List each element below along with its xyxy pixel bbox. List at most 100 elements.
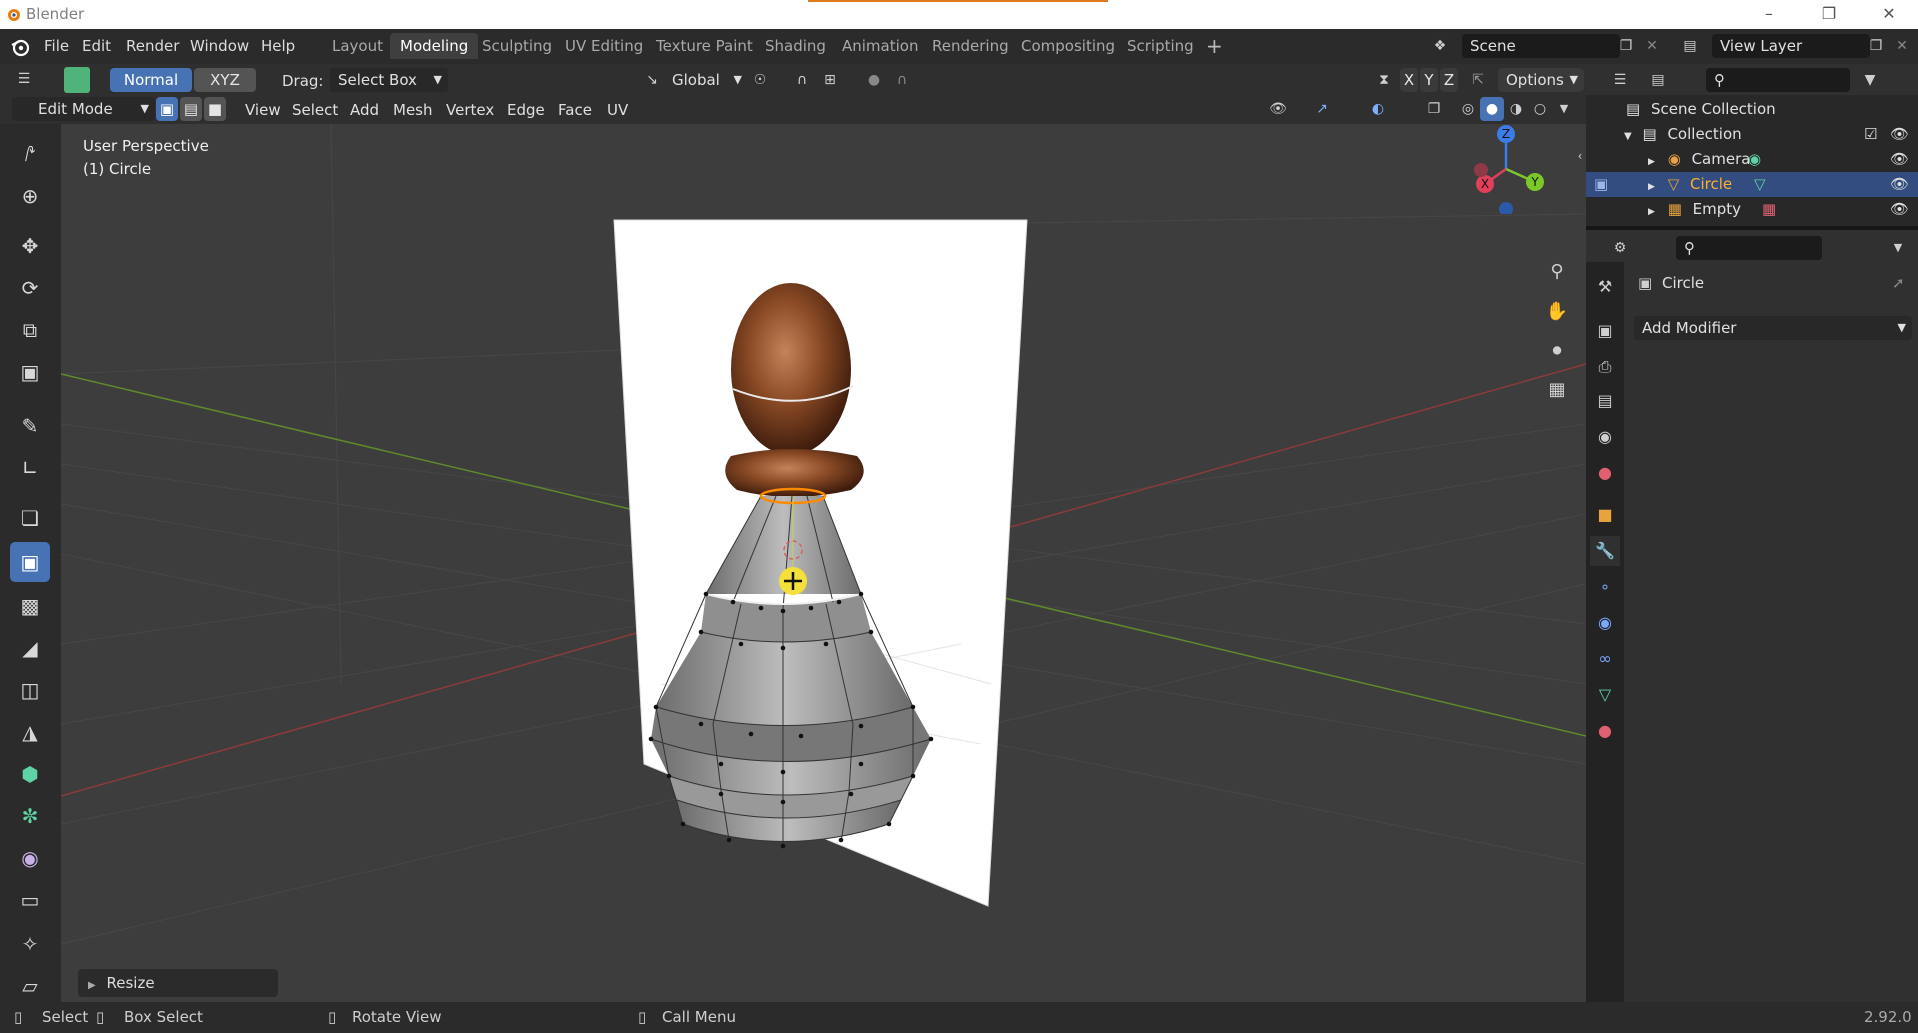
tab-compositing[interactable]: Compositing [1011,33,1125,59]
tool-tab-icon[interactable]: ⚒ [1590,272,1620,302]
smooth-tool-icon[interactable]: ◉ [10,838,50,878]
close-icon[interactable]: ✕ [1866,0,1912,29]
mirror-icon[interactable]: ⧗ [1372,68,1396,92]
snap-magnet-icon[interactable]: ∩ [790,68,814,92]
outliner-row-scene-collection[interactable]: ▤ Scene Collection [1586,97,1918,122]
particles-tab-icon[interactable]: ∘ [1590,572,1620,602]
rendered-shading-icon[interactable]: ○ [1528,97,1552,121]
tab-shading[interactable]: Shading [755,33,836,59]
new-view-layer-icon[interactable]: ❐ [1864,34,1888,58]
object-tab-icon[interactable]: ■ [1590,500,1620,530]
add-workspace-icon[interactable]: + [1196,33,1233,59]
mode-dropdown[interactable]: Edit Mode ▼ [12,97,155,121]
mirror-z-toggle[interactable]: Z [1440,68,1458,92]
blender-menu-icon[interactable] [10,37,30,57]
vertex-select-mode-icon[interactable]: ▣ [156,97,178,121]
overlays-toggle-icon[interactable]: ◐ [1366,97,1390,121]
pan-hand-icon[interactable]: ✋ [1545,300,1569,324]
shear-tool-icon[interactable]: ▱ [10,966,50,1006]
visibility-selectability-icon[interactable]: 👁 [1266,97,1290,121]
inset-faces-tool-icon[interactable]: ▩ [10,586,50,626]
spin-tool-icon[interactable]: ✼ [10,796,50,836]
mirror-x-toggle[interactable]: X [1400,68,1418,92]
edge-select-mode-icon[interactable]: ▤ [180,97,202,121]
menu-window[interactable]: Window [184,35,255,57]
menu-edge[interactable]: Edge [500,98,552,122]
proportional-editing-icon[interactable]: ● [862,68,886,92]
tab-modeling[interactable]: Modeling [390,33,479,59]
material-preview-icon[interactable]: ◑ [1504,97,1528,121]
gizmo-toggle-icon[interactable]: ↗ [1310,97,1334,121]
bevel-tool-icon[interactable]: ◢ [10,628,50,668]
add-modifier-dropdown[interactable]: Add Modifier ▼ [1634,316,1912,340]
delete-scene-icon[interactable]: ✕ [1640,34,1664,58]
drag-dropdown[interactable]: Select Box ▼ [330,68,448,92]
outliner-row-circle[interactable]: ▣ ▶ ▽ Circle ▽ 👁 [1586,172,1918,197]
mirror-y-toggle[interactable]: Y [1420,68,1438,92]
sidebar-toggle-icon[interactable]: ‹ [1573,144,1586,168]
scene-name-field[interactable]: Scene [1462,34,1620,58]
tab-sculpting[interactable]: Sculpting [472,33,562,59]
scale-tool-icon[interactable]: ⧉ [10,310,50,350]
add-cube-tool-icon[interactable]: ❏ [10,498,50,538]
view-layer-field[interactable]: View Layer [1712,34,1870,58]
restore-icon[interactable]: ❐ [1806,0,1852,29]
zoom-icon[interactable]: ⚲ [1545,260,1569,284]
normal-toggle[interactable]: Normal [110,68,192,92]
minimize-icon[interactable]: – [1746,0,1792,29]
extrude-region-tool-icon[interactable]: ▣ [10,542,50,582]
menu-add[interactable]: Add [343,98,386,122]
wireframe-shading-icon[interactable]: ◎ [1456,97,1480,121]
tab-animation[interactable]: Animation [832,33,928,59]
physics-tab-icon[interactable]: ◉ [1590,608,1620,638]
toggle-perspective-icon[interactable]: ▦ [1545,378,1569,402]
tab-texture-paint[interactable]: Texture Paint [646,33,763,59]
edge-slide-tool-icon[interactable]: ▭ [10,880,50,920]
eye-icon[interactable]: 👁 [1890,147,1909,172]
mesh-data-tab-icon[interactable]: ▽ [1590,680,1620,710]
menu-uv[interactable]: UV [600,98,635,122]
menu-edit[interactable]: Edit [76,35,117,57]
view-layer-selector-icon[interactable]: ▤ [1678,34,1702,58]
world-tab-icon[interactable]: ● [1590,458,1620,488]
tab-layout[interactable]: Layout [322,33,393,59]
rotate-tool-icon[interactable]: ⟳ [10,268,50,308]
render-tab-icon[interactable]: ▣ [1590,316,1620,346]
menu-help[interactable]: Help [255,35,301,57]
transform-tool-icon[interactable]: ▣ [10,352,50,392]
cursor-tool-icon[interactable]: ⊕ [10,176,50,216]
outliner-editor-type-icon[interactable]: ☰ [1608,68,1632,92]
poly-build-tool-icon[interactable]: ⬢ [10,754,50,794]
knife-tool-icon[interactable]: ◮ [10,712,50,752]
modifier-tab-icon[interactable]: 🔧 [1590,536,1620,566]
filter-icon[interactable]: ▼ [1858,68,1882,92]
loop-cut-tool-icon[interactable]: ◫ [10,670,50,710]
constraints-tab-icon[interactable]: ∞ [1590,644,1620,674]
eye-icon[interactable]: 👁 [1890,197,1909,222]
snap-increment-icon[interactable]: ⊞ [818,68,842,92]
pin-icon[interactable]: ➚ [1892,274,1905,292]
material-tab-icon[interactable]: ● [1590,716,1620,746]
eye-icon[interactable]: 👁 [1890,122,1909,147]
outliner-row-collection[interactable]: ▼ ▤ Collection ☑ 👁 [1586,122,1918,147]
options-dropdown[interactable]: Options ▼ [1498,68,1584,92]
solid-shading-icon[interactable]: ● [1480,97,1504,121]
3d-viewport[interactable]: User Perspective (1) Circle Z Y X ⚲ ✋ ⚫ … [61,124,1586,1002]
scene-tab-icon[interactable]: ◉ [1590,422,1620,452]
new-scene-icon[interactable]: ❐ [1614,34,1638,58]
orientation-dropdown[interactable]: Global ▼ [664,68,742,92]
face-select-mode-icon[interactable]: ■ [204,97,226,121]
display-mode-icon[interactable]: ▤ [1646,68,1670,92]
proportional-falloff-icon[interactable]: ∩ [890,68,914,92]
menu-render[interactable]: Render [120,35,185,57]
scene-selector-icon[interactable]: ❖ [1428,34,1452,58]
measure-tool-icon[interactable]: ∟ [10,448,50,488]
tab-rendering[interactable]: Rendering [922,33,1019,59]
view-layer-tab-icon[interactable]: ▤ [1590,386,1620,416]
tab-scripting[interactable]: Scripting [1117,33,1204,59]
shrink-fatten-tool-icon[interactable]: ✧ [10,924,50,964]
outliner-row-empty[interactable]: ▶ ▦ Empty ▦ 👁 [1586,197,1918,222]
menu-vertex[interactable]: Vertex [439,98,501,122]
last-operator-panel[interactable]: ▶ Resize [78,969,278,997]
eye-icon[interactable]: 👁 [1890,172,1909,197]
